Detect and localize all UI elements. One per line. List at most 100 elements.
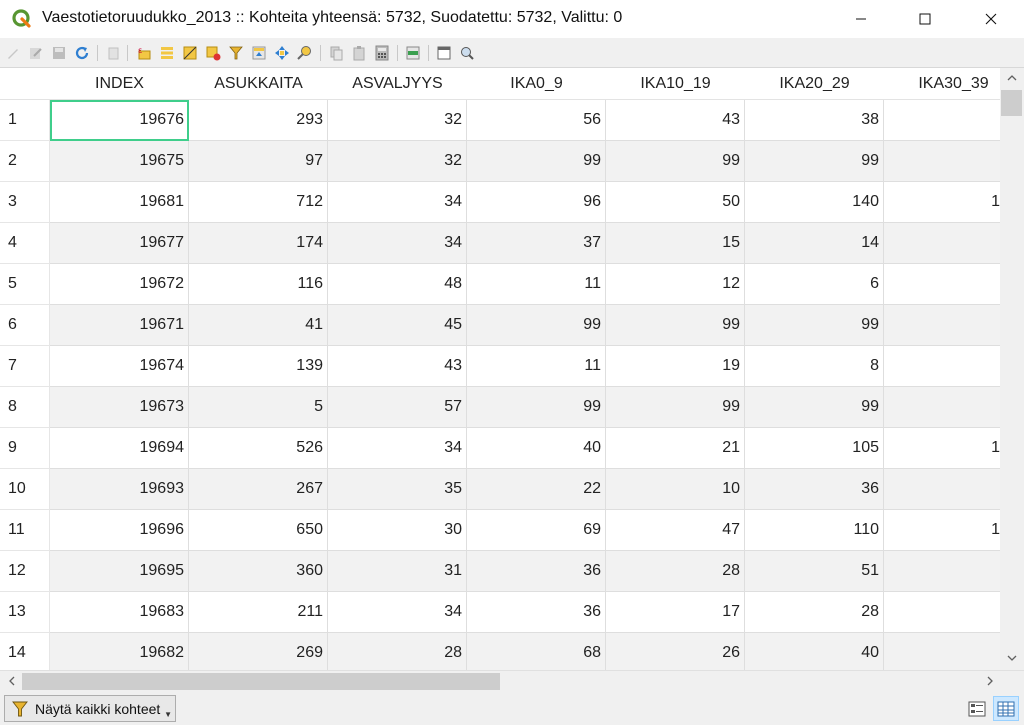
table-cell[interactable]: 51 — [745, 551, 884, 592]
table-cell[interactable]: 19693 — [50, 469, 189, 510]
table-cell[interactable]: 96 — [467, 182, 606, 223]
table-row[interactable]: 3 19681 712 34 96 50 140 1 — [0, 182, 1000, 223]
row-number-header[interactable]: 12 — [0, 551, 50, 592]
table-cell[interactable]: 28 — [745, 592, 884, 633]
table-row[interactable]: 14 19682 269 28 68 26 40 — [0, 633, 1000, 670]
row-number-header[interactable]: 1 — [0, 100, 50, 141]
table-cell[interactable] — [884, 633, 1000, 670]
field-calculator-icon[interactable] — [373, 44, 391, 62]
table-cell[interactable]: 12 — [606, 264, 745, 305]
row-number-header[interactable]: 9 — [0, 428, 50, 469]
table-cell[interactable]: 19677 — [50, 223, 189, 264]
table-cell[interactable]: 36 — [467, 592, 606, 633]
table-cell[interactable]: 19 — [606, 346, 745, 387]
paste-icon[interactable] — [350, 44, 368, 62]
table-cell[interactable]: 30 — [328, 510, 467, 551]
table-cell[interactable]: 57 — [328, 387, 467, 428]
row-number-header[interactable]: 11 — [0, 510, 50, 551]
zoom-to-selection-icon[interactable] — [296, 44, 314, 62]
conditional-format-icon[interactable] — [404, 44, 422, 62]
dock-icon[interactable] — [435, 44, 453, 62]
table-cell[interactable]: 32 — [328, 100, 467, 141]
column-header[interactable]: ASVALJYYS — [328, 68, 467, 100]
table-cell[interactable]: 99 — [745, 387, 884, 428]
table-cell[interactable]: 1 — [884, 428, 1000, 469]
table-cell[interactable] — [884, 141, 1000, 182]
table-cell[interactable] — [884, 346, 1000, 387]
table-cell[interactable]: 28 — [328, 633, 467, 670]
table-cell[interactable]: 17 — [606, 592, 745, 633]
add-feature-icon[interactable] — [104, 44, 122, 62]
table-cell[interactable]: 36 — [467, 551, 606, 592]
table-cell[interactable]: 11 — [467, 346, 606, 387]
table-cell[interactable]: 116 — [189, 264, 328, 305]
filter-select-icon[interactable] — [227, 44, 245, 62]
table-cell[interactable]: 19672 — [50, 264, 189, 305]
table-cell[interactable] — [884, 551, 1000, 592]
table-row[interactable]: 7 19674 139 43 11 19 8 — [0, 346, 1000, 387]
table-cell[interactable]: 43 — [606, 100, 745, 141]
scroll-left-arrow-icon[interactable] — [2, 670, 22, 692]
table-cell[interactable]: 28 — [606, 551, 745, 592]
table-row[interactable]: 6 19671 41 45 99 99 99 — [0, 305, 1000, 346]
table-cell[interactable]: 69 — [467, 510, 606, 551]
horizontal-scroll-thumb[interactable] — [22, 673, 500, 690]
table-cell[interactable]: 15 — [606, 223, 745, 264]
table-cell[interactable]: 45 — [328, 305, 467, 346]
table-cell[interactable]: 40 — [467, 428, 606, 469]
table-cell[interactable]: 8 — [745, 346, 884, 387]
pan-to-selection-icon[interactable] — [273, 44, 291, 62]
column-header[interactable]: IKA0_9 — [467, 68, 606, 100]
table-cell[interactable]: 110 — [745, 510, 884, 551]
table-cell[interactable]: 47 — [606, 510, 745, 551]
show-all-features-button[interactable]: Näytä kaikki kohteet ▼ — [4, 695, 176, 722]
table-cell[interactable]: 19683 — [50, 592, 189, 633]
vertical-scroll-thumb[interactable] — [1001, 90, 1022, 116]
save-icon[interactable] — [50, 44, 68, 62]
table-cell[interactable]: 26 — [606, 633, 745, 670]
table-cell[interactable]: 19671 — [50, 305, 189, 346]
table-cell[interactable]: 22 — [467, 469, 606, 510]
pencil-icon[interactable] — [4, 44, 22, 62]
row-number-header[interactable]: 10 — [0, 469, 50, 510]
table-cell[interactable]: 38 — [745, 100, 884, 141]
table-cell[interactable]: 21 — [606, 428, 745, 469]
table-cell[interactable]: 50 — [606, 182, 745, 223]
row-number-header[interactable]: 8 — [0, 387, 50, 428]
maximize-button[interactable] — [902, 0, 948, 38]
row-number-header[interactable]: 7 — [0, 346, 50, 387]
table-cell[interactable]: 174 — [189, 223, 328, 264]
column-header[interactable]: INDEX — [50, 68, 189, 100]
table-cell[interactable] — [884, 100, 1000, 141]
table-cell[interactable]: 34 — [328, 223, 467, 264]
table-cell[interactable]: 97 — [189, 141, 328, 182]
table-cell[interactable]: 19674 — [50, 346, 189, 387]
table-cell[interactable]: 99 — [606, 387, 745, 428]
table-cell[interactable]: 19694 — [50, 428, 189, 469]
table-row[interactable]: 9 19694 526 34 40 21 105 1 — [0, 428, 1000, 469]
table-cell[interactable]: 32 — [328, 141, 467, 182]
column-header[interactable]: ASUKKAITA — [189, 68, 328, 100]
table-cell[interactable]: 34 — [328, 428, 467, 469]
table-cell[interactable]: 140 — [745, 182, 884, 223]
table-cell[interactable] — [884, 592, 1000, 633]
table-cell[interactable]: 19675 — [50, 141, 189, 182]
table-cell[interactable]: 99 — [745, 141, 884, 182]
table-cell[interactable]: 48 — [328, 264, 467, 305]
minimize-button[interactable] — [838, 0, 884, 38]
table-cell[interactable]: 11 — [467, 264, 606, 305]
table-row[interactable]: 10 19693 267 35 22 10 36 — [0, 469, 1000, 510]
select-all-icon[interactable] — [158, 44, 176, 62]
table-row[interactable]: 4 19677 174 34 37 15 14 — [0, 223, 1000, 264]
table-cell[interactable]: 99 — [467, 141, 606, 182]
table-cell[interactable]: 105 — [745, 428, 884, 469]
table-cell[interactable]: 10 — [606, 469, 745, 510]
table-view-button[interactable] — [993, 696, 1019, 721]
table-row[interactable]: 5 19672 116 48 11 12 6 — [0, 264, 1000, 305]
table-cell[interactable]: 19696 — [50, 510, 189, 551]
table-cell[interactable]: 41 — [189, 305, 328, 346]
table-cell[interactable]: 19676 — [50, 100, 189, 141]
table-row[interactable]: 12 19695 360 31 36 28 51 — [0, 551, 1000, 592]
table-cell[interactable]: 19673 — [50, 387, 189, 428]
deselect-all-icon[interactable] — [204, 44, 222, 62]
